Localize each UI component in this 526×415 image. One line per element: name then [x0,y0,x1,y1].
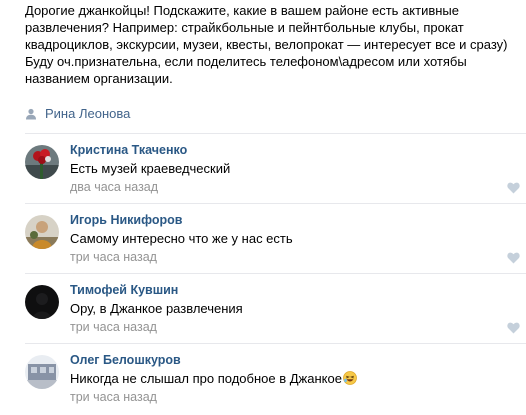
avatar[interactable] [25,285,59,319]
comment-author[interactable]: Олег Белошкуров [70,353,181,367]
heart-icon[interactable] [507,322,520,334]
comment-list: Кристина Ткаченко Есть музей краеведческ… [0,133,526,413]
comment-author[interactable]: Тимофей Кувшин [70,283,178,297]
heart-icon[interactable] [507,182,520,194]
comment-author[interactable]: Игорь Никифоров [70,213,182,227]
comment-text: Никогда не слышал про подобное в Джанкое [70,371,342,386]
avatar[interactable] [25,215,59,249]
post-text: Дорогие джанкойцы! Подскажите, какие в в… [25,2,520,87]
avatar[interactable] [25,355,59,389]
post-author-name[interactable]: Рина Леонова [45,106,130,121]
person-icon [26,108,36,119]
comment-time[interactable]: два часа назад [70,180,158,194]
post-author[interactable]: Рина Леонова [25,106,130,121]
heart-icon[interactable] [507,252,520,264]
comment-time[interactable]: три часа назад [70,320,157,334]
comment-text: Есть музей краеведческий [70,161,231,176]
post-line: Дорогие джанкойцы! Подскажите, какие в в… [25,3,460,18]
post-line: Буду оч.признательна, если поделитесь те… [25,54,467,69]
comment-time[interactable]: три часа назад [70,250,157,264]
comment-item: Кристина Ткаченко Есть музей краеведческ… [25,133,526,203]
comment-text: Ору, в Джанкое развлечения [70,301,243,316]
avatar[interactable] [25,145,59,179]
post-line: развлечения? Например: страйкбольные и п… [25,20,464,35]
post-line: названием организации. [25,71,173,86]
comment-item: Тимофей Кувшин Ору, в Джанкое развлечени… [25,273,526,343]
comment-item: Игорь Никифоров Самому интересно что же … [25,203,526,273]
comment-time[interactable]: три часа назад [70,390,157,404]
comment-text-wrap: Никогда не слышал про подобное в Джанкое [70,371,357,386]
comment-text: Самому интересно что же у нас есть [70,231,293,246]
laughing-emoji-icon [343,371,357,385]
post-line: квадроциклов, экскурсии, музеи, квесты, … [25,37,508,52]
comment-author[interactable]: Кристина Ткаченко [70,143,187,157]
comment-item: Олег Белошкуров Никогда не слышал про по… [25,343,526,413]
